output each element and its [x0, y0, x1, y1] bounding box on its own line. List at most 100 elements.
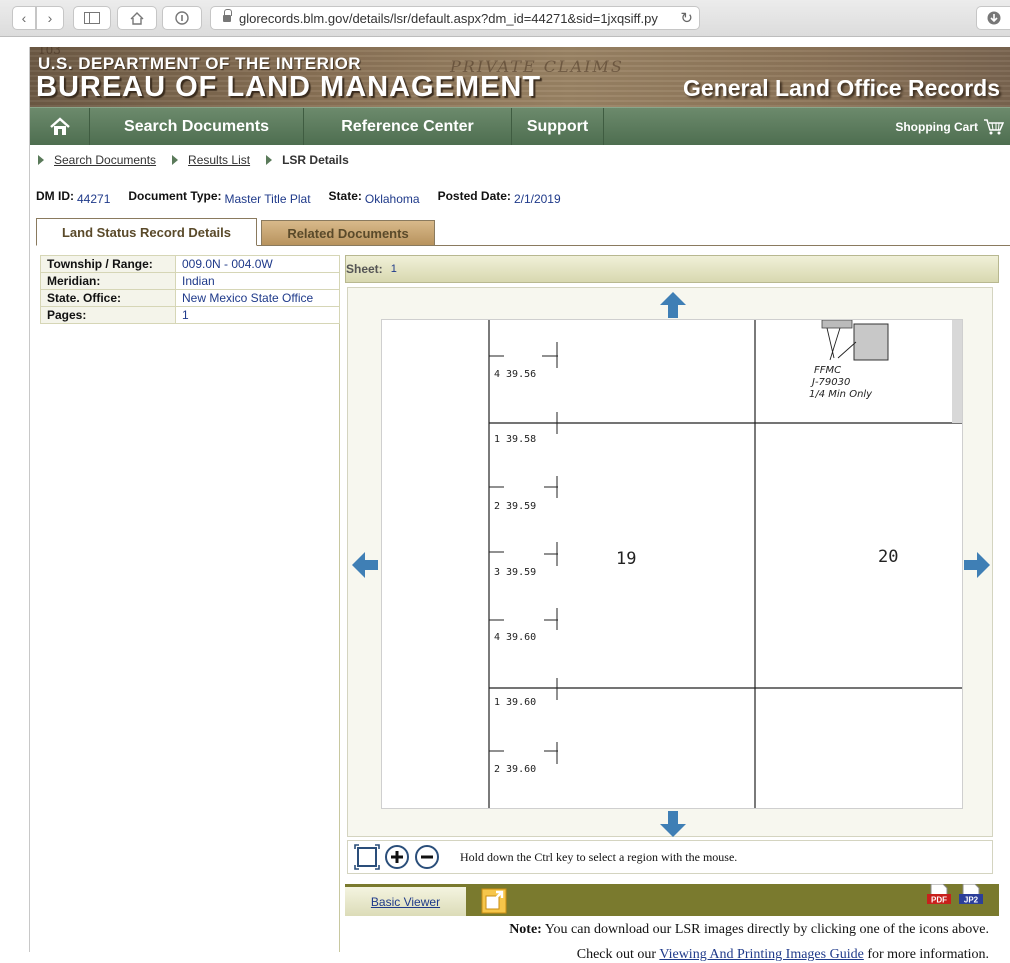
- url-text: glorecords.blm.gov/details/lsr/default.a…: [239, 10, 658, 26]
- jp2-download-button[interactable]: JP2: [959, 883, 983, 911]
- breadcrumb-current: LSR Details: [282, 153, 349, 167]
- breadcrumb-results-list[interactable]: Results List: [188, 153, 250, 167]
- breadcrumb: Search Documents Results List LSR Detail…: [30, 145, 1010, 175]
- jp2-label: JP2: [964, 896, 979, 905]
- plat-lot-label: 4 39.56: [494, 369, 536, 380]
- lock-icon: [223, 9, 232, 23]
- doc-type-label: Document Type:: [128, 189, 222, 203]
- plat-lot-label: 2 39.60: [494, 764, 536, 775]
- breadcrumb-arrow-icon: [266, 155, 273, 165]
- posted-date-value: 2/1/2019: [513, 192, 561, 206]
- note-text: You can download our LSR images directly…: [544, 922, 989, 937]
- dm-id-value: 44271: [77, 192, 111, 206]
- reader-icon[interactable]: [162, 6, 202, 30]
- nav-home-button[interactable]: [30, 108, 90, 145]
- main-nav: Search Documents Reference Center Suppor…: [30, 107, 1010, 145]
- nav-search-documents[interactable]: Search Documents: [90, 108, 304, 145]
- image-stage: 4 39.56 1 39.58 2 39.59 3 39.59 4 39.60 …: [347, 287, 993, 837]
- detail-value: 009.0N - 004.0W: [175, 255, 340, 273]
- plat-section-19: 19: [616, 549, 636, 569]
- breadcrumb-search-documents[interactable]: Search Documents: [54, 153, 156, 167]
- image-viewer: Sheet: 1 4 39.56 1 39.58 2 39.59 3 39.59…: [345, 255, 999, 962]
- nav-support[interactable]: Support: [512, 108, 604, 145]
- site-title[interactable]: General Land Office Records: [683, 75, 1000, 102]
- detail-label: Meridian:: [40, 272, 176, 290]
- table-row: Township / Range: 009.0N - 004.0W: [40, 255, 340, 273]
- tab-land-status-record-details[interactable]: Land Status Record Details: [36, 218, 257, 246]
- posted-date-label: Posted Date:: [437, 189, 511, 203]
- detail-value: New Mexico State Office: [175, 289, 340, 307]
- downloads-icon[interactable]: [976, 6, 1010, 30]
- cart-label: Shopping Cart: [895, 119, 978, 134]
- details-table: Township / Range: 009.0N - 004.0W Meridia…: [40, 255, 340, 324]
- pan-right-icon[interactable]: [964, 552, 990, 578]
- agency-title[interactable]: BUREAU OF LAND MANAGEMENT: [36, 71, 541, 104]
- plat-lot-label: 3 39.59: [494, 567, 536, 578]
- sheet-bar: Sheet: 1: [345, 255, 999, 283]
- pan-up-icon[interactable]: [660, 292, 686, 318]
- sheet-value: 1: [390, 263, 397, 275]
- site-banner: 103 PRIVATE CLAIMS U.S. DEPARTMENT OF TH…: [30, 47, 1010, 107]
- breadcrumb-arrow-icon: [38, 155, 44, 165]
- open-external-icon[interactable]: [481, 888, 507, 914]
- viewer-toolbar: Hold down the Ctrl key to select a regio…: [347, 840, 993, 874]
- table-row: Meridian: Indian: [40, 272, 340, 290]
- address-bar[interactable]: glorecords.blm.gov/details/lsr/default.a…: [210, 6, 700, 30]
- jp2-icon: JP2: [959, 883, 983, 905]
- basic-viewer-link[interactable]: Basic Viewer: [345, 887, 466, 916]
- sheet-label: Sheet:: [346, 262, 383, 276]
- browser-toolbar: ‹ › glorecords.blm.gov/details/lsr/defau…: [0, 0, 1010, 37]
- viewer-hint: Hold down the Ctrl key to select a regio…: [460, 849, 738, 864]
- detail-label: Township / Range:: [40, 255, 176, 273]
- reload-icon[interactable]: ↻: [680, 9, 693, 27]
- detail-tabs: Land Status Record Details Related Docum…: [36, 218, 1010, 246]
- pan-down-icon[interactable]: [660, 811, 686, 837]
- guide-note-suffix: for more information.: [867, 947, 989, 962]
- pan-left-icon[interactable]: [352, 552, 378, 578]
- guide-note-prefix: Check out our: [576, 947, 657, 962]
- note-label: Note:: [509, 922, 542, 937]
- detail-value: 1: [175, 306, 340, 324]
- dm-id-label: DM ID:: [36, 189, 74, 203]
- cart-icon: [984, 118, 1004, 134]
- table-row: State. Office: New Mexico State Office: [40, 289, 340, 307]
- download-note: Note: You can download our LSR images di…: [347, 922, 997, 938]
- pdf-icon: PDF: [927, 883, 951, 905]
- shopping-cart-link[interactable]: Shopping Cart: [895, 108, 1010, 145]
- details-panel: Township / Range: 009.0N - 004.0W Meridia…: [40, 255, 340, 952]
- viewer-bottom-bar: Basic Viewer PDF JP2: [345, 883, 999, 916]
- plat-annotation: FFMC: [814, 365, 841, 376]
- sidebar-icon[interactable]: [73, 6, 111, 30]
- detail-label: State. Office:: [40, 289, 176, 307]
- forward-icon[interactable]: ›: [36, 6, 64, 30]
- plat-section-20: 20: [878, 547, 898, 567]
- plat-lot-label: 4 39.60: [494, 632, 536, 643]
- viewing-guide-link[interactable]: Viewing And Printing Images Guide: [659, 947, 863, 962]
- doc-type-value: Master Title Plat: [224, 192, 311, 206]
- pdf-label: PDF: [931, 896, 947, 905]
- plat-annotation: J-79030: [810, 377, 850, 388]
- zoom-out-icon[interactable]: [414, 844, 440, 870]
- home-icon[interactable]: [117, 6, 157, 30]
- home-icon: [49, 116, 70, 135]
- detail-label: Pages:: [40, 306, 176, 324]
- state-value: Oklahoma: [364, 192, 420, 206]
- document-meta: DM ID: 44271 Document Type: Master Title P…: [36, 189, 561, 206]
- pdf-download-button[interactable]: PDF: [927, 883, 951, 911]
- page: 103 PRIVATE CLAIMS U.S. DEPARTMENT OF TH…: [29, 47, 1010, 962]
- plat-lot-label: 2 39.59: [494, 501, 536, 512]
- plat-lot-label: 1 39.60: [494, 697, 536, 708]
- nav-reference-center[interactable]: Reference Center: [304, 108, 512, 145]
- state-label: State:: [328, 189, 362, 203]
- plat-annotation: 1/4 Min Only: [809, 389, 873, 400]
- plat-image[interactable]: 4 39.56 1 39.58 2 39.59 3 39.59 4 39.60 …: [381, 319, 963, 809]
- guide-note: Check out our Viewing And Printing Image…: [347, 947, 997, 963]
- select-region-icon[interactable]: [354, 844, 380, 870]
- breadcrumb-arrow-icon: [172, 155, 179, 165]
- zoom-in-icon[interactable]: [384, 844, 410, 870]
- detail-value: Indian: [175, 272, 340, 290]
- tab-related-documents[interactable]: Related Documents: [261, 220, 435, 246]
- table-row: Pages: 1: [40, 306, 340, 324]
- back-icon[interactable]: ‹: [12, 6, 36, 30]
- plat-lot-label: 1 39.58: [494, 434, 536, 445]
